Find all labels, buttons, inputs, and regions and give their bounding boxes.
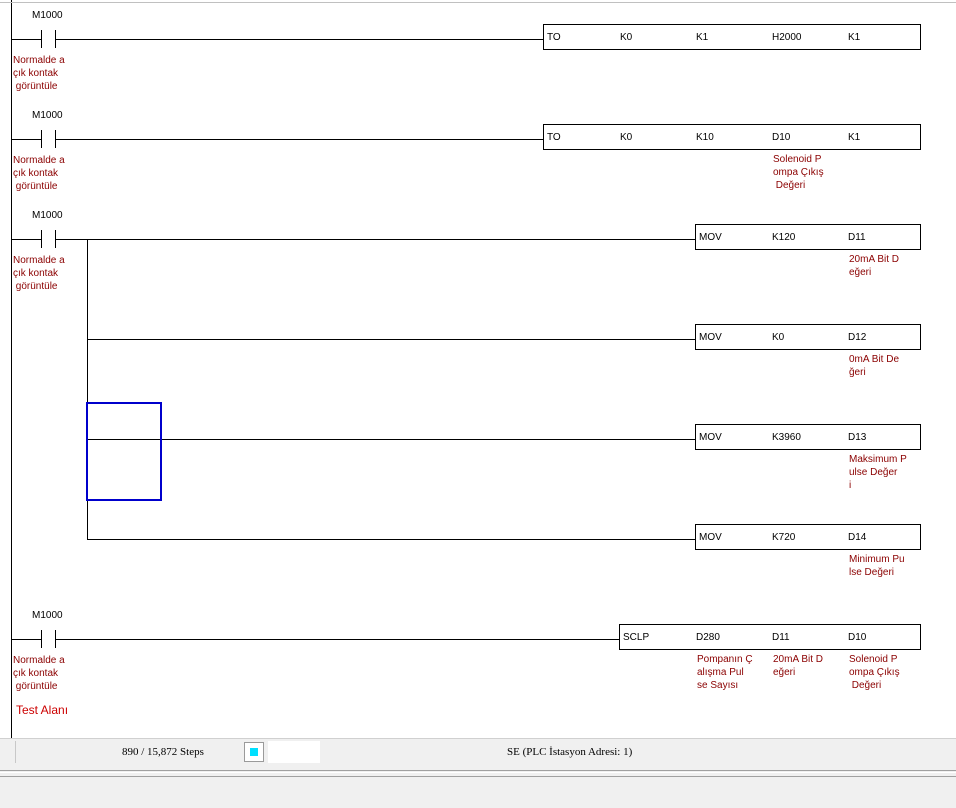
window-bottom-frame [0, 764, 956, 808]
plc-station-address: SE (PLC İstasyon Adresi: 1) [507, 746, 633, 758]
instruction-name: MOV [699, 332, 722, 343]
operand: D10 [772, 132, 791, 143]
operand: H2000 [772, 32, 802, 43]
branch-line [87, 539, 695, 540]
instruction-box[interactable]: TO K0 K10 D10 K1 [543, 124, 921, 150]
operand-comment: 20mA Bit D eğeri [849, 254, 900, 278]
frame-line [0, 772, 956, 773]
rung-label: Test Alanı [16, 703, 69, 717]
status-blank-field [268, 741, 320, 763]
instruction-name: TO [547, 32, 561, 43]
operand: D12 [848, 332, 867, 343]
instruction-box[interactable]: SCLP D280 D11 D10 [619, 624, 921, 650]
contact-device: M1000 [32, 610, 63, 621]
contact-device: M1000 [32, 10, 63, 21]
operand: D11 [772, 632, 790, 643]
operand-comment: Solenoid P ompa Çıkış Değeri [849, 654, 900, 691]
operand-comment: 20mA Bit D eğeri [773, 654, 824, 678]
instruction-box[interactable]: MOV K3960 D13 [695, 424, 921, 450]
instruction-name: MOV [699, 532, 722, 543]
operand: D11 [848, 232, 866, 243]
operand: K720 [772, 532, 796, 543]
operand: D10 [848, 632, 867, 643]
instruction-name: MOV [699, 232, 722, 243]
operand: K3960 [772, 432, 801, 443]
operand: K1 [848, 132, 861, 143]
instruction-box[interactable]: MOV K120 D11 [695, 224, 921, 250]
operand: K1 [848, 32, 861, 43]
editor-cursor[interactable] [86, 402, 162, 501]
operand: K120 [772, 232, 796, 243]
branch-line [87, 439, 695, 440]
operand: D13 [848, 432, 867, 443]
instruction-box[interactable]: MOV K720 D14 [695, 524, 921, 550]
operand: K0 [620, 132, 633, 143]
instruction-name: MOV [699, 432, 722, 443]
left-power-rail [11, 0, 12, 740]
contact-device: M1000 [32, 210, 63, 221]
operand-comment: Minimum Pu lse Değeri [849, 554, 905, 578]
contact-device: M1000 [32, 110, 63, 121]
contact-comment: Normalde a çık kontak görüntüle [13, 155, 65, 192]
instruction-name: TO [547, 132, 561, 143]
instruction-name: SCLP [623, 632, 650, 643]
status-bar: 890 / 15,872 Steps SE (PLC İstasyon Adre… [0, 738, 956, 765]
contact-comment: Normalde a çık kontak görüntüle [13, 55, 65, 92]
frame-line [0, 770, 956, 771]
operand: K0 [772, 332, 785, 343]
operand: K0 [620, 32, 633, 43]
ladder-diagram: M1000 Normalde a çık kontak görüntüle TO… [0, 0, 956, 740]
operand: D280 [696, 632, 720, 643]
operand-comment: Solenoid P ompa Çıkış Değeri [773, 154, 824, 191]
contact-comment: Normalde a çık kontak görüntüle [13, 255, 65, 292]
status-separator [15, 741, 16, 763]
operand: D14 [848, 532, 867, 543]
operand-comment: 0mA Bit De ğeri [849, 354, 900, 378]
instruction-box[interactable]: MOV K0 D12 [695, 324, 921, 350]
editor-top-border [0, 2, 956, 3]
steps-indicator: 890 / 15,872 Steps [122, 746, 204, 758]
operand: K1 [696, 32, 709, 43]
branch-line [87, 339, 695, 340]
contact-comment: Normalde a çık kontak görüntüle [13, 655, 65, 692]
operand-comment: Maksimum P ulse Değer i [849, 454, 907, 491]
operand-comment: Pompanın Ç alışma Pul se Sayısı [697, 654, 753, 691]
operand: K10 [696, 132, 714, 143]
frame-line [0, 776, 956, 777]
status-indicator-icon [244, 742, 264, 762]
instruction-box[interactable]: TO K0 K1 H2000 K1 [543, 24, 921, 50]
